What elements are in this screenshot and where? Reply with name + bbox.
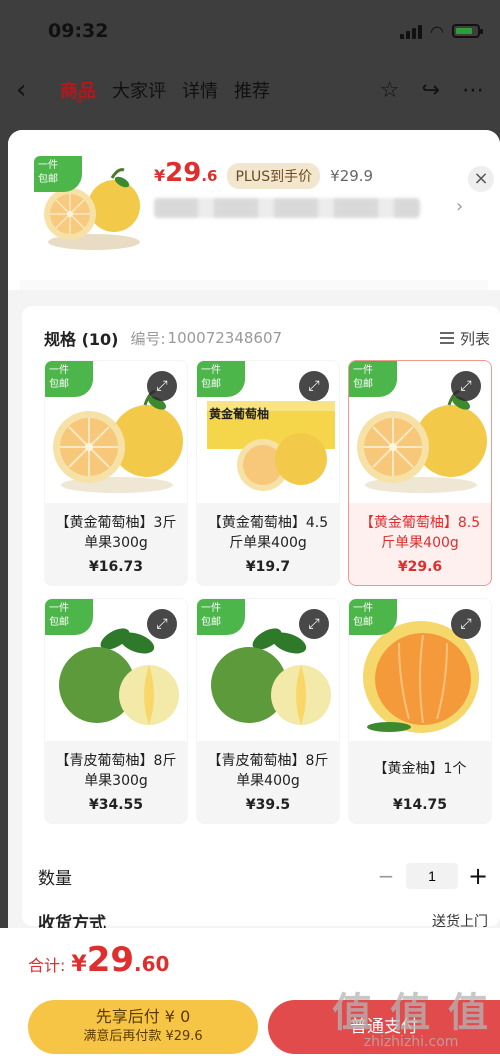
- list-icon: [439, 332, 454, 344]
- buy-now-pay-later-button[interactable]: 先享后付 ¥ 0 满意后再付款 ¥29.6: [28, 1000, 258, 1054]
- spec-selection-sheet: 一件 包邮 ¥29.6 PLUS到手价 ¥29.9 › × 规格 (10) 编号…: [8, 130, 500, 1064]
- tab-reviews[interactable]: 大家评: [112, 77, 166, 103]
- spec-option-card[interactable]: 黄金葡萄柚 一件 包邮 ⤢ 【黄金葡萄柚】4.5斤单果400g ¥19.7: [196, 360, 340, 586]
- spec-option-card-selected[interactable]: 一件 包邮 ⤢ 【黄金葡萄柚】8.5斤单果400g ¥29.6: [348, 360, 492, 586]
- spec-option-price: ¥29.6: [397, 559, 443, 575]
- back-icon[interactable]: ‹: [16, 75, 60, 105]
- current-price: ¥29.6: [154, 158, 217, 188]
- spec-panel: 规格 (10) 编号: 100072348607 列表 一件 包邮 ⤢ 【黄金葡…: [22, 306, 500, 926]
- price-decimal: .6: [201, 167, 218, 185]
- blurred-address: [154, 198, 420, 218]
- wifi-icon: ◠: [430, 21, 444, 41]
- box-label: 黄金葡萄柚: [209, 407, 270, 421]
- divider: [20, 280, 488, 290]
- more-icon[interactable]: ⋯: [462, 78, 484, 103]
- zoom-icon[interactable]: ⤢: [451, 371, 481, 401]
- battery-icon: [452, 24, 483, 38]
- spec-option-name: 【黄金葡萄柚】4.5斤单果400g: [207, 515, 329, 551]
- status-icons: ◠: [400, 21, 483, 41]
- zoom-icon[interactable]: ⤢: [451, 609, 481, 639]
- list-toggle-label: 列表: [459, 329, 490, 348]
- zoom-icon[interactable]: ⤢: [299, 609, 329, 639]
- zoom-icon[interactable]: ⤢: [147, 609, 177, 639]
- spec-grid: 一件 包邮 ⤢ 【黄金葡萄柚】3斤单果300g ¥16.73 黄金葡萄柚 一件 …: [44, 360, 500, 824]
- product-thumbnail: 一件 包邮: [34, 156, 144, 254]
- total-label: 合计:: [28, 956, 66, 975]
- quantity-label: 数量: [38, 868, 72, 889]
- list-view-toggle[interactable]: 列表: [439, 328, 490, 349]
- top-nav: ‹ 商品 大家评 详情 推荐 ☆ ↪ ⋯: [0, 62, 500, 118]
- free-shipping-badge: 一件 包邮: [45, 361, 93, 397]
- spec-option-card[interactable]: 一件 包邮 ⤢ 【青皮葡萄柚】8斤单果300g ¥34.55: [44, 598, 188, 824]
- free-shipping-badge: 一件 包邮: [349, 361, 397, 397]
- zoom-icon[interactable]: ⤢: [299, 371, 329, 401]
- total-integer: 29: [86, 940, 135, 980]
- summary-price-row: ¥29.6 PLUS到手价 ¥29.9: [154, 158, 373, 189]
- spec-title: 规格 (10): [44, 330, 119, 349]
- free-shipping-badge: 一件 包邮: [197, 361, 245, 397]
- spec-option-price: ¥16.73: [88, 559, 144, 575]
- spec-option-name: 【黄金葡萄柚】8.5斤单果400g: [359, 515, 481, 551]
- share-icon[interactable]: ↪: [422, 78, 440, 103]
- star-icon[interactable]: ☆: [380, 78, 400, 103]
- spec-option-name: 【黄金葡萄柚】3斤单果300g: [55, 515, 177, 551]
- status-time: 09:32: [48, 20, 109, 42]
- signal-icon: [400, 23, 423, 39]
- spec-option-name: 【青皮葡萄柚】8斤单果400g: [207, 753, 329, 789]
- normal-pay-button[interactable]: 普通支付: [268, 1000, 500, 1054]
- total-price: ¥29.60: [71, 940, 169, 980]
- price-integer: 29: [165, 158, 202, 188]
- original-price: ¥29.9: [330, 167, 374, 185]
- sku-code-label: 编号:: [130, 329, 166, 348]
- plus-price-tag: PLUS到手价: [227, 163, 321, 189]
- price-symbol: ¥: [154, 166, 166, 185]
- spec-option-card[interactable]: 一件 包邮 ⤢ 【黄金葡萄柚】3斤单果300g ¥16.73: [44, 360, 188, 586]
- free-shipping-badge: 一件 包邮: [349, 599, 397, 635]
- spec-option-card[interactable]: 一件 包邮 ⤢ 【黄金柚】1个 ¥14.75: [348, 598, 492, 824]
- sku-code: 100072348607: [167, 329, 283, 347]
- zoom-icon[interactable]: ⤢: [147, 371, 177, 401]
- spec-option-name: 【黄金柚】1个: [373, 761, 467, 777]
- spec-option-card[interactable]: 一件 包邮 ⤢ 【青皮葡萄柚】8斤单果400g ¥39.5: [196, 598, 340, 824]
- close-button[interactable]: ×: [468, 166, 494, 192]
- minus-button[interactable]: −: [376, 864, 396, 888]
- free-shipping-badge: 一件 包邮: [45, 599, 93, 635]
- spec-header: 规格 (10) 编号: 100072348607 列表: [44, 326, 490, 350]
- spec-option-price: ¥19.7: [245, 559, 291, 575]
- chevron-right-icon[interactable]: ›: [456, 196, 463, 217]
- tab-recommend[interactable]: 推荐: [234, 77, 270, 103]
- tab-product[interactable]: 商品: [60, 77, 96, 107]
- product-summary: 一件 包邮 ¥29.6 PLUS到手价 ¥29.9 › ×: [8, 130, 500, 290]
- spec-option-price: ¥14.75: [392, 797, 448, 813]
- nav-actions: ☆ ↪ ⋯: [380, 78, 484, 103]
- plus-button[interactable]: +: [468, 862, 488, 890]
- checkout-footer: 合计: ¥29.60 先享后付 ¥ 0 满意后再付款 ¥29.6 普通支付 值 …: [0, 928, 500, 1064]
- nav-tabs: 商品 大家评 详情 推荐: [60, 77, 270, 107]
- bnpl-line1: 先享后付 ¥ 0: [95, 1007, 191, 1026]
- free-shipping-badge: 一件 包邮: [197, 599, 245, 635]
- quantity-row: 数量 − +: [38, 856, 488, 896]
- quantity-input[interactable]: [406, 863, 458, 889]
- spec-option-name: 【青皮葡萄柚】8斤单果300g: [55, 753, 177, 789]
- status-bar: 09:32 ◠: [0, 0, 500, 62]
- free-shipping-badge: 一件 包邮: [34, 156, 82, 192]
- quantity-stepper: − +: [376, 862, 489, 890]
- bnpl-line2: 满意后再付款 ¥29.6: [83, 1029, 203, 1044]
- tab-details[interactable]: 详情: [182, 77, 218, 103]
- total-symbol: ¥: [71, 952, 87, 977]
- total-decimal: .60: [134, 952, 170, 976]
- total-row: 合计: ¥29.60: [28, 940, 169, 980]
- spec-option-price: ¥34.55: [88, 797, 144, 813]
- spec-option-price: ¥39.5: [245, 797, 291, 813]
